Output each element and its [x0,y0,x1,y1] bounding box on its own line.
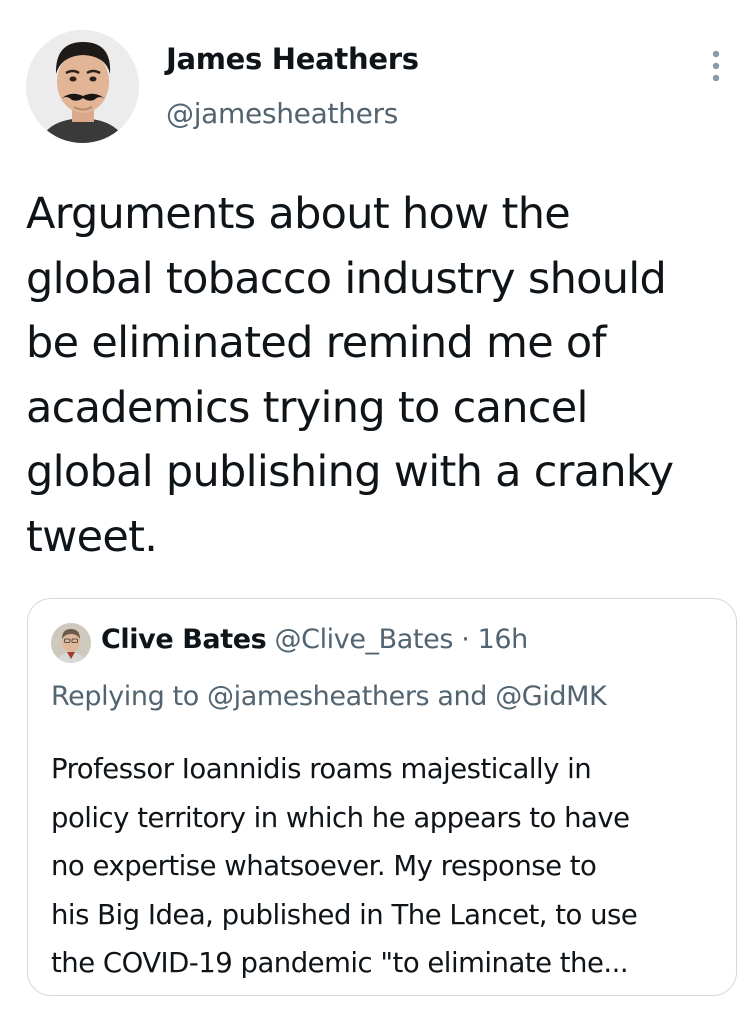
tweet-text-line: be eliminated remind me of [26,318,607,368]
quoted-tweet-card[interactable]: Clive Bates @Clive_Bates · 16h Replying … [27,598,737,996]
replying-to-line: Replying to @jamesheathers and @GidMK [51,681,607,712]
author-avatar[interactable] [26,30,139,143]
quote-text-line: Professor Ioannidis roams majestically i… [51,753,592,785]
tweet-text-line: global tobacco industry should [26,253,667,304]
quote-text-line: his Big Idea, published in The Lancet, t… [51,898,638,931]
author-name[interactable]: James Heathers [166,42,419,76]
more-options-button[interactable] [706,48,726,84]
quote-avatar[interactable] [51,623,91,663]
quote-timestamp[interactable]: 16h [478,624,529,655]
quote-author-name[interactable]: Clive Bates [101,624,267,655]
quote-author-handle[interactable]: @Clive_Bates [275,624,454,655]
avatar-image [51,623,91,663]
replying-and-label: and [437,681,487,712]
replying-to-label: Replying to [51,681,199,712]
quote-text: Professor Ioannidis roams majestically i… [51,745,721,988]
quote-header: Clive Bates @Clive_Bates · 16h [101,624,528,655]
tweet-text: Arguments about how the global tobacco in… [26,182,738,569]
author-handle[interactable]: @jamesheathers [166,97,398,130]
reply-mention-link[interactable]: @jamesheathers [207,681,430,712]
quote-text-line: the COVID-19 pandemic "to eliminate the.… [51,947,629,979]
tweet-text-line: tweet. [26,511,158,562]
reply-mention-link[interactable]: @GidMK [495,681,607,712]
quote-text-line: policy territory in which he appears to … [51,801,630,834]
quote-separator: · [461,624,470,655]
avatar-image [26,30,139,143]
tweet-text-line: global publishing with a cranky [26,447,674,497]
tweet-text-line: academics trying to cancel [26,382,588,433]
tweet-text-line: Arguments about how the [26,189,571,239]
tweet: James Heathers @jamesheathers Arguments … [0,0,745,1024]
more-vertical-icon [712,50,720,82]
quote-text-line: no expertise whatsoever. My response to [51,850,597,882]
